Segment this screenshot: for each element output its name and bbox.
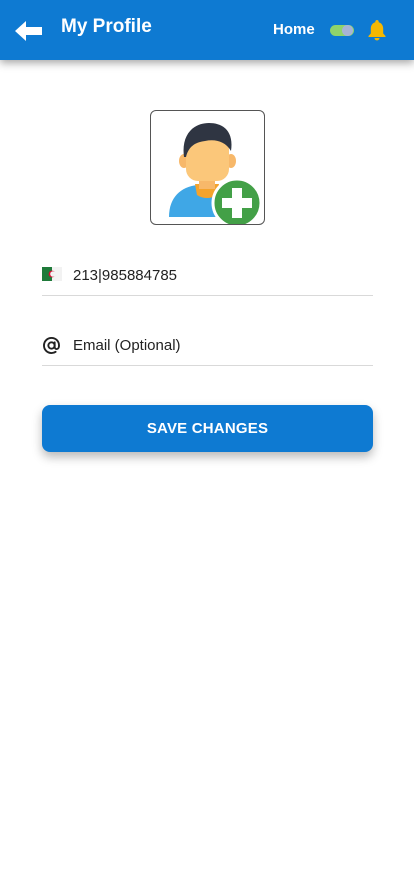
page-title: My Profile — [61, 16, 152, 37]
theme-toggle[interactable] — [330, 25, 354, 36]
back-button[interactable] — [14, 18, 44, 44]
email-field — [42, 325, 373, 366]
profile-screen: My Profile Home 213|985884785 Email (Opt… — [0, 0, 414, 896]
email-input[interactable] — [73, 333, 363, 357]
toggle-knob — [342, 25, 353, 36]
home-link[interactable]: Home — [273, 21, 315, 38]
phone-field — [42, 255, 373, 296]
back-arrow-icon — [15, 21, 42, 41]
phone-input[interactable] — [73, 263, 363, 287]
app-header: My Profile Home — [0, 0, 414, 60]
add-plus-icon — [211, 177, 263, 224]
bell-icon — [368, 20, 386, 41]
avatar-upload[interactable] — [150, 110, 265, 225]
notifications-button[interactable] — [365, 18, 389, 42]
at-sign-icon — [43, 337, 60, 354]
save-changes-button[interactable]: SAVE CHANGES — [42, 405, 373, 452]
algeria-flag-icon — [42, 267, 62, 281]
